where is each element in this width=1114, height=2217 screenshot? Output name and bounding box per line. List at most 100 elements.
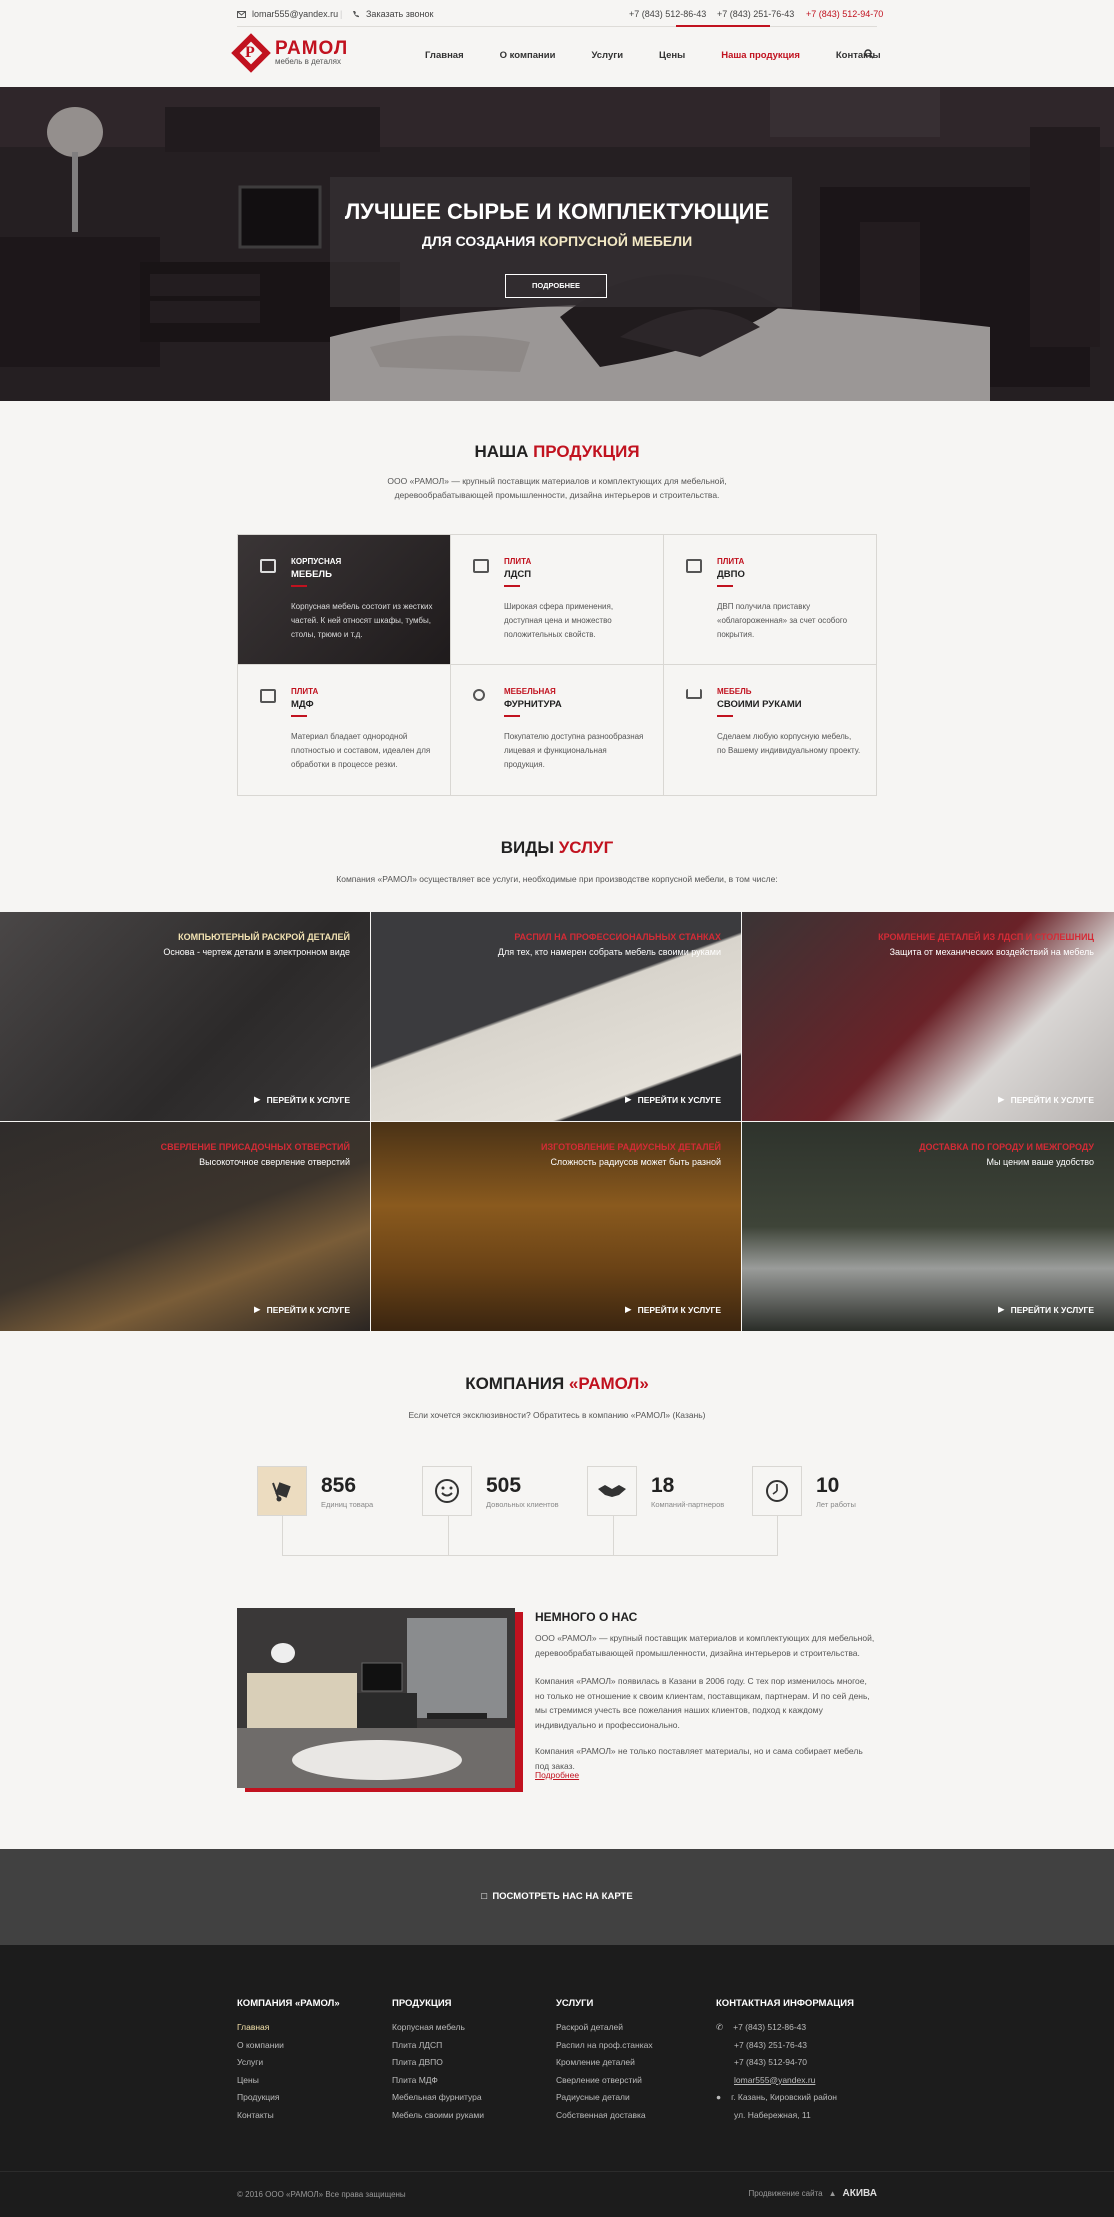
phone-icon: ✆	[716, 2022, 724, 2032]
search-icon[interactable]	[864, 49, 874, 59]
hero-subtitle: ДЛЯ СОЗДАНИЯ КОРПУСНОЙ МЕБЕЛИ	[421, 233, 693, 249]
nav-home[interactable]: Главная	[425, 50, 464, 61]
service-radius-parts[interactable]: ИЗГОТОВЛЕНИЕ РАДИУСНЫХ ДЕТАЛЕЙ Сложность…	[371, 1122, 741, 1331]
service-link[interactable]: ▶ ПЕРЕЙТИ К УСЛУГЕ	[625, 1304, 721, 1315]
service-link[interactable]: ▶ ПЕРЕЙТИ К УСЛУГЕ	[625, 1094, 721, 1105]
promo-credit[interactable]: Продвижение сайта ▲ АКИВА	[748, 2188, 877, 2199]
service-link[interactable]: ▶ ПЕРЕЙТИ К УСЛУГЕ	[998, 1304, 1094, 1315]
footer-link[interactable]: Корпусная мебель	[392, 2019, 484, 2037]
table-icon	[686, 689, 702, 699]
service-link[interactable]: ▶ ПЕРЕЙТИ К УСЛУГЕ	[254, 1094, 350, 1105]
about-paragraph-1: ООО «РАМОЛ» — крупный поставщик материал…	[535, 1633, 875, 1658]
footer-link[interactable]: Мебель своими руками	[392, 2107, 484, 2125]
footer-link[interactable]: Сверление отверстий	[556, 2072, 653, 2090]
cabinet-icon	[260, 559, 276, 573]
stat-years: 10 Лет работы	[752, 1466, 856, 1516]
nav-about[interactable]: О компании	[500, 50, 556, 61]
divider: |	[340, 9, 343, 19]
phone-1[interactable]: +7 (843) 512-86-43	[629, 9, 706, 19]
footer-products-col: ПРОДУКЦИЯ Корпусная мебель Плита ЛДСП Пл…	[392, 1998, 484, 2124]
stat-partners: 18 Компаний-партнеров	[587, 1466, 724, 1516]
handshake-icon	[587, 1466, 637, 1516]
callback-link[interactable]: Заказать звонок	[352, 9, 433, 19]
footer-link[interactable]: Контакты	[237, 2107, 340, 2125]
stats-connector-lines	[282, 1516, 778, 1556]
megaphone-icon: ▶	[998, 1094, 1005, 1104]
megaphone-icon: ▶	[254, 1304, 261, 1314]
location-icon: ●	[716, 2092, 722, 2102]
footer-link[interactable]: Главная	[237, 2019, 340, 2037]
footer-link[interactable]: Кромление деталей	[556, 2054, 653, 2072]
footer-link[interactable]: Продукция	[237, 2089, 340, 2107]
footer-link[interactable]: Плита ДВПО	[392, 2054, 484, 2072]
product-diy-furniture[interactable]: МЕБЕЛЬ СВОИМИ РУКАМИ Сделаем любую корпу…	[664, 665, 877, 795]
nav-prices[interactable]: Цены	[659, 50, 685, 61]
phone-2[interactable]: +7 (843) 251-76-43	[717, 9, 794, 19]
clock-icon	[752, 1466, 802, 1516]
footer-link[interactable]: Распил на проф.станках	[556, 2037, 653, 2055]
footer-link[interactable]: Радиусные детали	[556, 2089, 653, 2107]
footer-bottom: © 2016 ООО «РАМОЛ» Все права защищены Пр…	[0, 2171, 1114, 2217]
callback-text: Заказать звонок	[366, 9, 434, 19]
board-icon	[260, 689, 276, 703]
service-link[interactable]: ▶ ПЕРЕЙТИ К УСЛУГЕ	[254, 1304, 350, 1315]
phone-icon	[353, 11, 359, 18]
footer-link[interactable]: Плита ЛДСП	[392, 2037, 484, 2055]
service-edging[interactable]: КРОМЛЕНИЕ ДЕТАЛЕЙ ИЗ ЛДСП И СТОЛЕШНИЦ За…	[742, 912, 1114, 1121]
cart-icon	[257, 1466, 307, 1516]
company-title: КОМПАНИЯ «РАМОЛ»	[465, 1374, 649, 1393]
phone-3[interactable]: +7 (843) 512-94-70	[806, 9, 883, 19]
mail-icon	[237, 10, 246, 18]
logo-icon: Р	[231, 33, 271, 73]
service-delivery[interactable]: ДОСТАВКА ПО ГОРОДУ И МЕЖГОРОДУ Мы ценим …	[742, 1122, 1114, 1331]
nav-products[interactable]: Наша продукция	[721, 50, 800, 61]
footer-link[interactable]: Плита МДФ	[392, 2072, 484, 2090]
about-image	[237, 1608, 515, 1788]
board-icon	[473, 559, 489, 573]
footer-link[interactable]: Цены	[237, 2072, 340, 2090]
product-cabinet-furniture[interactable]: КОРПУСНАЯ МЕБЕЛЬ Корпусная мебель состои…	[238, 535, 451, 665]
footer-link[interactable]: Услуги	[237, 2054, 340, 2072]
footer-email[interactable]: lomar555@yandex.ru	[716, 2072, 854, 2090]
product-dvpo[interactable]: ПЛИТА ДВПО ДВП получила приставку «облаг…	[664, 535, 877, 665]
footer-link[interactable]: Раскрой деталей	[556, 2019, 653, 2037]
footer-link[interactable]: О компании	[237, 2037, 340, 2055]
footer-link[interactable]: Мебельная фурнитура	[392, 2089, 484, 2107]
map-link[interactable]: □ ПОСМОТРЕТЬ НАС НА КАРТЕ	[0, 1891, 1114, 1902]
email-text: lomar555@yandex.ru	[252, 9, 339, 19]
akiva-logo-icon: ▲	[828, 2189, 837, 2198]
logo[interactable]: Р РАМОЛ мебель в деталях	[231, 33, 349, 73]
about-paragraph-3: Компания «РАМОЛ» не только поставляет ма…	[535, 1746, 863, 1771]
footer-company-col: КОМПАНИЯ «РАМОЛ» Главная О компании Услу…	[237, 1998, 340, 2124]
logo-title: РАМОЛ	[275, 38, 349, 59]
hardware-icon	[473, 689, 485, 701]
products-description: ООО «РАМОЛ» — крупный поставщик материал…	[387, 476, 727, 500]
product-ldsp[interactable]: ПЛИТА ЛДСП Широкая сфера применения, дос…	[451, 535, 664, 665]
nav-services[interactable]: Услуги	[591, 50, 623, 61]
map-banner[interactable]: □ ПОСМОТРЕТЬ НАС НА КАРТЕ	[0, 1849, 1114, 1945]
copyright: © 2016 ООО «РАМОЛ» Все права защищены	[237, 2190, 406, 2199]
stat-products: 856 Единиц товара	[257, 1466, 373, 1516]
map-icon: □	[481, 1891, 493, 1902]
products-grid: КОРПУСНАЯ МЕБЕЛЬ Корпусная мебель состои…	[237, 534, 877, 796]
service-cutting[interactable]: КОМПЬЮТЕРНЫЙ РАСКРОЙ ДЕТАЛЕЙ Основа - че…	[0, 912, 370, 1121]
services-title: ВИДЫ УСЛУГ	[500, 838, 614, 857]
service-sawing[interactable]: РАСПИЛ НА ПРОФЕССИОНАЛЬНЫХ СТАНКАХ Для т…	[371, 912, 741, 1121]
megaphone-icon: ▶	[625, 1304, 632, 1314]
megaphone-icon: ▶	[998, 1304, 1005, 1314]
hero-more-button[interactable]: ПОДРОБНЕЕ	[505, 274, 607, 298]
about-title: НЕМНОГО О НАС	[535, 1610, 638, 1624]
about-more-link[interactable]: Подробнее	[535, 1770, 579, 1780]
smile-icon	[422, 1466, 472, 1516]
services-grid: КОМПЬЮТЕРНЫЙ РАСКРОЙ ДЕТАЛЕЙ Основа - че…	[0, 912, 1114, 1332]
service-drilling[interactable]: СВЕРЛЕНИЕ ПРИСАДОЧНЫХ ОТВЕРСТИЙ Высокото…	[0, 1122, 370, 1331]
email-link[interactable]: lomar555@yandex.ru	[237, 9, 338, 19]
about-paragraph-2: Компания «РАМОЛ» появилась в Казани в 20…	[535, 1676, 870, 1730]
board-icon	[686, 559, 702, 573]
footer-services-col: УСЛУГИ Раскрой деталей Распил на проф.ст…	[556, 1998, 653, 2124]
footer-link[interactable]: Собственная доставка	[556, 2107, 653, 2125]
product-mdf[interactable]: ПЛИТА МДФ Материал бладает однородной пл…	[238, 665, 451, 795]
product-hardware[interactable]: МЕБЕЛЬНАЯ ФУРНИТУРА Покупателю доступна …	[451, 665, 664, 795]
company-description: Если хочется эксклюзивности? Обратитесь …	[408, 1410, 706, 1420]
service-link[interactable]: ▶ ПЕРЕЙТИ К УСЛУГЕ	[998, 1094, 1094, 1105]
